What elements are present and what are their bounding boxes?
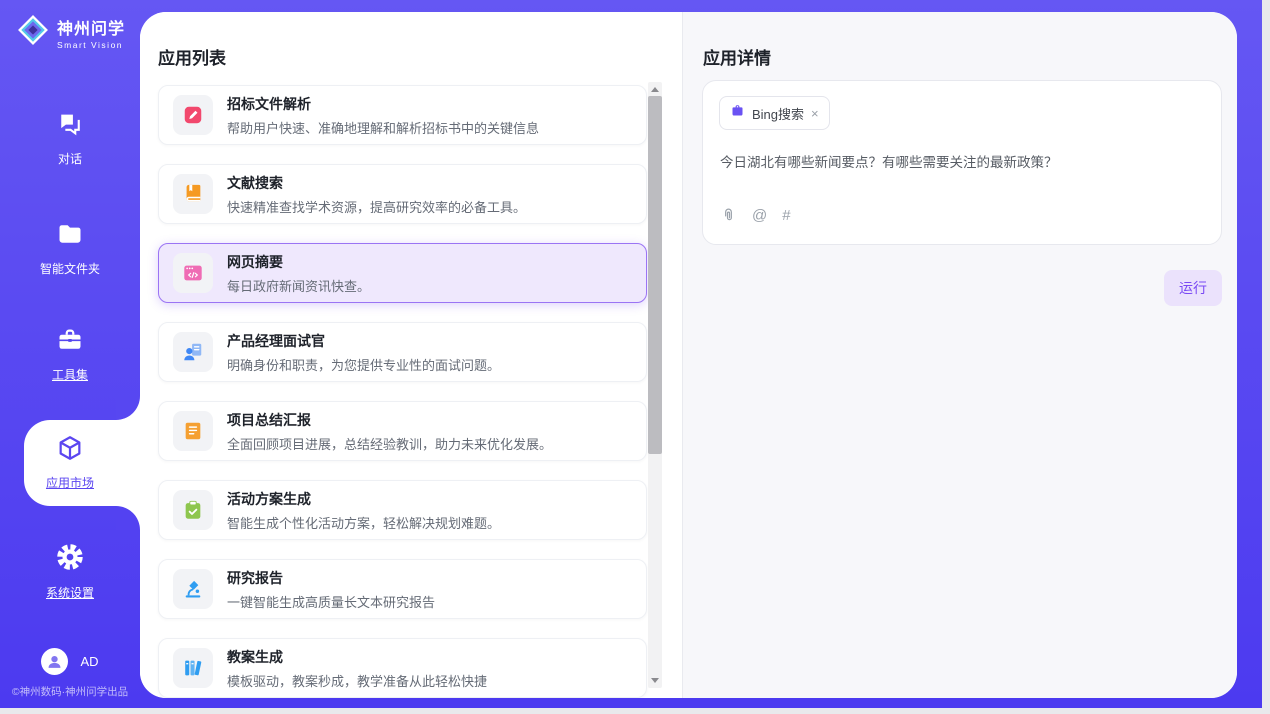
copyright-footer: ©神州数码·神州问学出品 xyxy=(0,684,140,699)
app-icon-tile xyxy=(173,569,213,609)
sidebar-item-settings[interactable]: 系统设置 xyxy=(0,542,140,601)
app-card-description: 每日政府新闻资讯快查。 xyxy=(227,276,370,295)
app-card-title: 网页摘要 xyxy=(227,252,370,272)
app-icon-tile xyxy=(173,490,213,530)
scrollbar-thumb[interactable] xyxy=(648,96,662,454)
run-button[interactable]: 运行 xyxy=(1164,270,1222,306)
briefcase-icon xyxy=(730,103,745,123)
app-list-panel: 应用列表 招标文件解析 帮助用户快速、准确地理解和解析招标书中的关键信 xyxy=(140,12,683,698)
app-frame: 神州问学 Smart Vision 对话 智能文件夹 xyxy=(0,0,1262,708)
interviewer-icon xyxy=(182,341,204,363)
sidebar: 神州问学 Smart Vision 对话 智能文件夹 xyxy=(0,0,140,708)
plugin-tag-bing-search[interactable]: Bing搜索 × xyxy=(719,96,830,130)
chat-icon xyxy=(56,110,84,143)
app-card-research-report[interactable]: 研究报告 一键智能生成高质量长文本研究报告 xyxy=(158,559,647,619)
toolbox-icon xyxy=(56,326,84,359)
browser-code-icon xyxy=(182,262,204,284)
plugin-tag-label: Bing搜索 xyxy=(752,104,804,123)
gear-icon xyxy=(55,542,85,577)
logo-subtitle: Smart Vision xyxy=(57,40,125,50)
user-name: AD xyxy=(80,654,98,669)
report-note-icon xyxy=(182,420,204,442)
app-card-list: 招标文件解析 帮助用户快速、准确地理解和解析招标书中的关键信息 xyxy=(158,85,647,698)
app-card-description: 快速精准查找学术资源，提高研究效率的必备工具。 xyxy=(227,197,526,216)
app-logo: 神州问学 Smart Vision xyxy=(16,13,125,52)
app-card-title: 教案生成 xyxy=(227,647,487,667)
prompt-toolbar: @ # xyxy=(720,207,791,224)
avatar xyxy=(41,648,68,675)
folder-icon xyxy=(56,220,84,253)
app-icon-tile xyxy=(173,411,213,451)
user-account[interactable]: AD xyxy=(0,648,140,675)
logo-diamond-icon xyxy=(16,13,50,52)
topic-icon[interactable]: # xyxy=(782,207,790,224)
app-card-description: 智能生成个性化活动方案，轻松解决规划难题。 xyxy=(227,513,500,532)
scroll-down-icon[interactable] xyxy=(651,678,659,683)
app-card-pm-interviewer[interactable]: 产品经理面试官 明确身份和职责，为您提供专业性的面试问题。 xyxy=(158,322,647,382)
sidebar-item-label: 工具集 xyxy=(52,366,88,383)
app-icon-tile xyxy=(173,95,213,135)
app-icon-tile xyxy=(173,253,213,293)
app-card-web-summary[interactable]: 网页摘要 每日政府新闻资讯快查。 xyxy=(158,243,647,303)
sidebar-item-label: 智能文件夹 xyxy=(40,260,100,277)
app-detail-title: 应用详情 xyxy=(703,44,771,69)
prompt-text[interactable]: 今日湖北有哪些新闻要点？有哪些需要关注的最新政策？ xyxy=(720,151,1205,171)
app-icon-tile xyxy=(173,648,213,688)
sidebar-item-label: 对话 xyxy=(58,150,82,167)
app-card-title: 活动方案生成 xyxy=(227,489,500,509)
logo-title: 神州问学 xyxy=(57,15,125,39)
app-card-project-summary[interactable]: 项目总结汇报 全面回顾项目进展，总结经验教训，助力未来优化发展。 xyxy=(158,401,647,461)
attachment-icon[interactable] xyxy=(720,207,737,224)
sidebar-item-label: 系统设置 xyxy=(46,584,94,601)
app-card-title: 文献搜索 xyxy=(227,173,526,193)
prompt-card: Bing搜索 × 今日湖北有哪些新闻要点？有哪些需要关注的最新政策？ @ # xyxy=(702,80,1222,245)
research-icon xyxy=(182,578,204,600)
scroll-up-icon[interactable] xyxy=(651,87,659,92)
app-icon-tile xyxy=(173,332,213,372)
scrollbar[interactable] xyxy=(648,82,662,688)
app-card-title: 产品经理面试官 xyxy=(227,331,500,351)
close-icon[interactable]: × xyxy=(811,107,819,120)
book-icon xyxy=(182,183,204,205)
app-card-title: 研究报告 xyxy=(227,568,435,588)
app-card-lesson-plan[interactable]: 教案生成 模板驱动，教案秒成，教学准备从此轻松快捷 xyxy=(158,638,647,698)
run-row: 运行 xyxy=(702,270,1222,306)
mention-icon[interactable]: @ xyxy=(752,207,767,224)
app-card-description: 明确身份和职责，为您提供专业性的面试问题。 xyxy=(227,355,500,374)
bubble-curve-top xyxy=(116,396,140,420)
sidebar-item-chat[interactable]: 对话 xyxy=(0,110,140,167)
bubble-curve-bottom xyxy=(116,506,140,530)
sidebar-item-toolset[interactable]: 工具集 xyxy=(0,326,140,383)
main-content: 应用列表 招标文件解析 帮助用户快速、准确地理解和解析招标书中的关键信 xyxy=(140,12,1237,698)
edit-document-icon xyxy=(182,104,204,126)
app-card-title: 项目总结汇报 xyxy=(227,410,552,430)
app-card-literature-search[interactable]: 文献搜索 快速精准查找学术资源，提高研究效率的必备工具。 xyxy=(158,164,647,224)
app-card-bid-parse[interactable]: 招标文件解析 帮助用户快速、准确地理解和解析招标书中的关键信息 xyxy=(158,85,647,145)
app-card-description: 帮助用户快速、准确地理解和解析招标书中的关键信息 xyxy=(227,118,539,137)
sidebar-item-app-market[interactable]: 应用市场 xyxy=(0,434,140,491)
clipboard-check-icon xyxy=(182,499,204,521)
app-card-event-plan[interactable]: 活动方案生成 智能生成个性化活动方案，轻松解决规划难题。 xyxy=(158,480,647,540)
cube-icon xyxy=(56,434,84,467)
app-list-title: 应用列表 xyxy=(158,44,226,69)
app-icon-tile xyxy=(173,174,213,214)
app-card-title: 招标文件解析 xyxy=(227,94,539,114)
books-icon xyxy=(182,657,204,679)
app-detail-panel: 应用详情 Bing搜索 × 今日湖北有哪些新闻要点？有哪些需要关注的最新政策？ xyxy=(683,12,1237,698)
app-card-description: 一键智能生成高质量长文本研究报告 xyxy=(227,592,435,611)
app-card-description: 模板驱动，教案秒成，教学准备从此轻松快捷 xyxy=(227,671,487,690)
sidebar-item-label: 应用市场 xyxy=(46,474,94,491)
app-card-description: 全面回顾项目进展，总结经验教训，助力未来优化发展。 xyxy=(227,434,552,453)
sidebar-item-smart-folder[interactable]: 智能文件夹 xyxy=(0,220,140,277)
